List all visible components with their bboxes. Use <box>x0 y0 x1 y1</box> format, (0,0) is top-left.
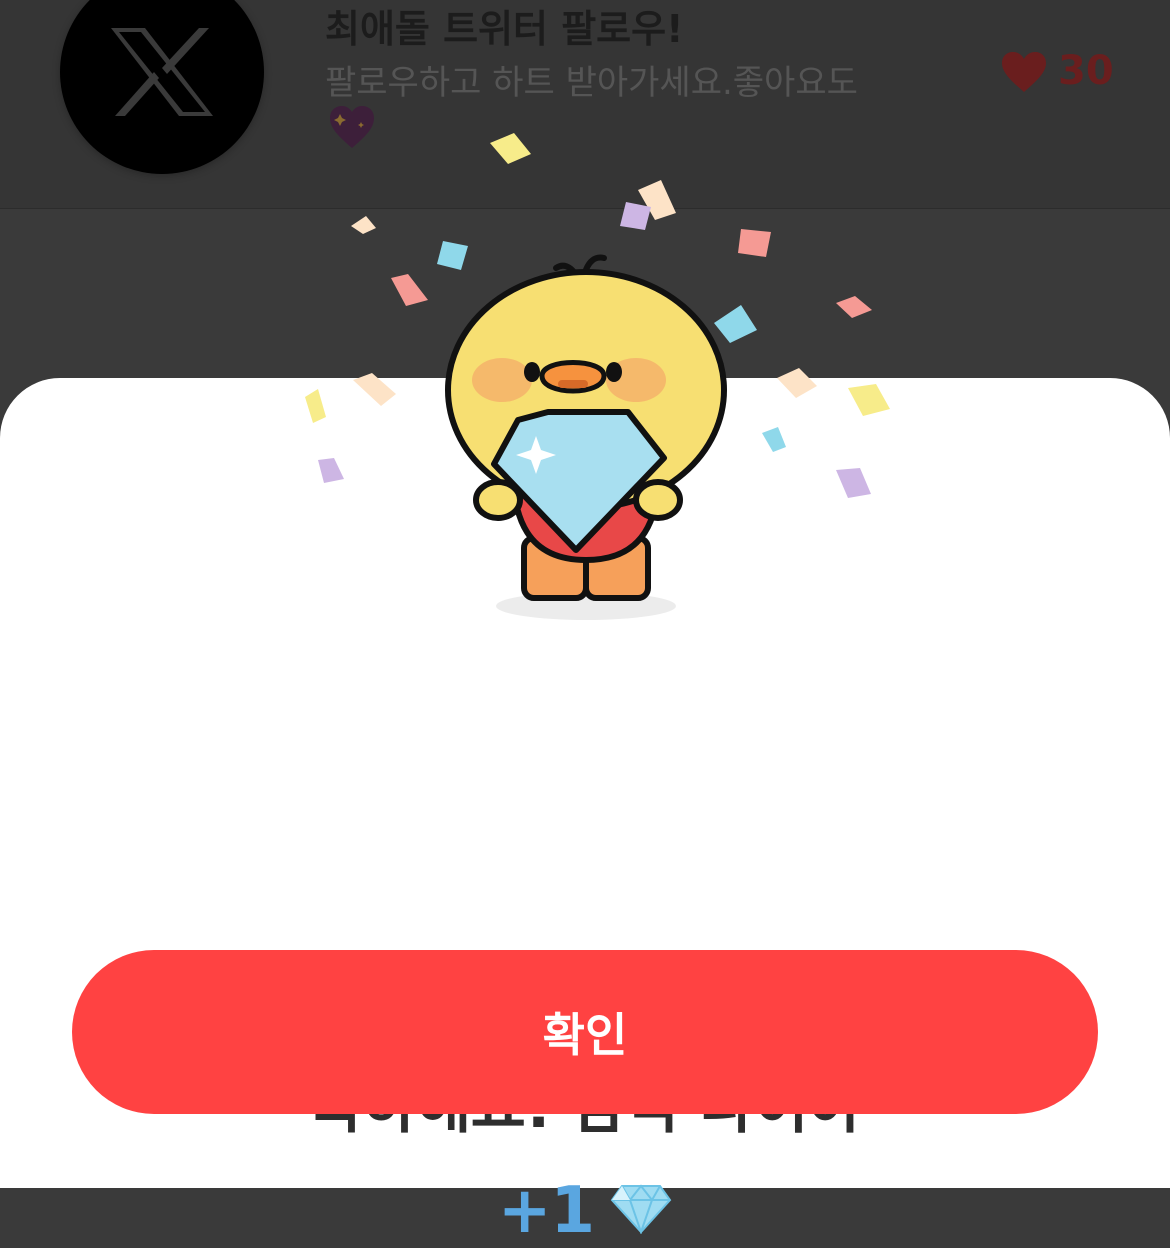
heart-count: 30 <box>1058 48 1114 94</box>
diamond-icon <box>610 1184 672 1238</box>
x-logo-icon <box>60 0 264 174</box>
item-title: 최애돌 트위터 팔로우! <box>325 7 684 51</box>
sparkling-purple-heart-icon <box>328 104 376 154</box>
heart-icon <box>1000 50 1048 98</box>
item-description: 팔로우하고 하트 받아가세요.좋아요도 <box>325 63 858 103</box>
background-list-item: 최애돌 트위터 팔로우! 팔로우하고 하트 받아가세요.좋아요도 30 <box>0 0 1170 209</box>
confirm-button[interactable]: 확인 <box>72 950 1098 1114</box>
chick-holding-diamond-icon <box>438 250 738 634</box>
reward-amount: +1 <box>497 1174 595 1248</box>
reward-row: +1 <box>0 1174 1170 1248</box>
